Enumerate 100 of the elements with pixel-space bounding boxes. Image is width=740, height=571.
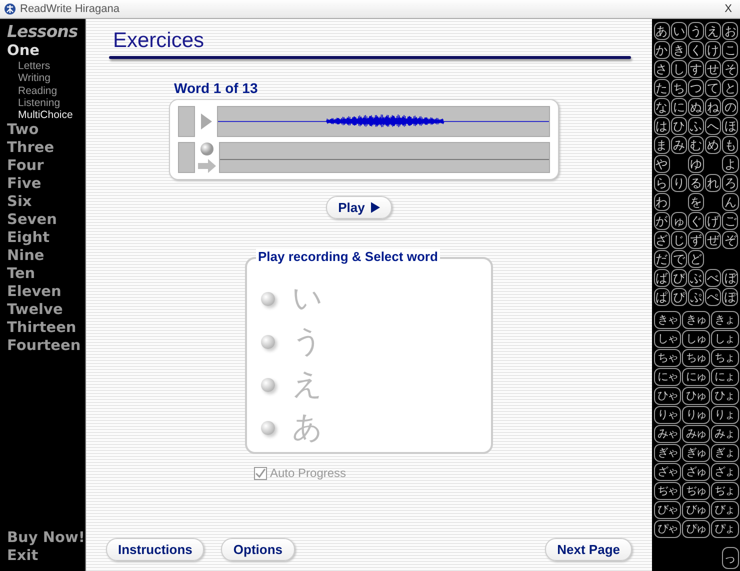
kana-key[interactable]: ぼ: [722, 268, 738, 286]
kana-key[interactable]: ぢゅ: [682, 482, 710, 500]
lesson-item[interactable]: Twelve: [7, 301, 63, 320]
kana-key[interactable]: な: [654, 98, 670, 116]
kana-key[interactable]: き: [670, 40, 687, 58]
kana-key[interactable]: と: [722, 78, 738, 96]
kana-key[interactable]: ち: [670, 78, 687, 96]
kana-key[interactable]: ず: [688, 230, 704, 248]
kana-key[interactable]: ざょ: [710, 462, 739, 480]
kana-key[interactable]: ちゃ: [654, 348, 682, 366]
kana-key[interactable]: ん: [722, 192, 738, 210]
kana-key[interactable]: び: [670, 268, 687, 286]
close-button[interactable]: X: [720, 3, 736, 15]
play-button[interactable]: Play: [326, 196, 392, 219]
arrow-icon[interactable]: [197, 159, 217, 173]
lesson-subitem[interactable]: Writing: [7, 72, 50, 85]
kana-key[interactable]: みゅ: [682, 424, 710, 442]
kana-key[interactable]: みゃ: [654, 424, 682, 442]
kana-key[interactable]: ぴゅ: [682, 520, 710, 538]
kana-key[interactable]: しゃ: [654, 330, 682, 348]
kana-key[interactable]: で: [670, 250, 687, 268]
kana-key[interactable]: れ: [705, 174, 722, 192]
kana-key[interactable]: ぶ: [688, 268, 704, 286]
kana-key[interactable]: さ: [654, 60, 670, 78]
kana-key[interactable]: ざゅ: [682, 462, 710, 480]
kana-key[interactable]: ぎょ: [710, 444, 739, 462]
kana-key[interactable]: げ: [705, 212, 722, 230]
kana-key[interactable]: く: [688, 40, 704, 58]
kana-key[interactable]: へ: [705, 116, 722, 134]
lesson-item[interactable]: Eleven: [7, 283, 62, 302]
kana-key[interactable]: こ: [722, 40, 738, 58]
lesson-item[interactable]: Five: [7, 175, 42, 194]
sidebar-link[interactable]: Exit: [7, 547, 38, 565]
kana-key[interactable]: っ: [722, 546, 738, 568]
kana-key[interactable]: え: [705, 22, 722, 40]
kana-key[interactable]: つ: [688, 78, 704, 96]
kana-key[interactable]: せ: [705, 60, 722, 78]
kana-key[interactable]: みょ: [710, 424, 739, 442]
kana-key[interactable]: ざゃ: [654, 462, 682, 480]
kana-key[interactable]: ぴゃ: [654, 520, 682, 538]
kana-key[interactable]: の: [722, 98, 738, 116]
kana-key[interactable]: きゅ: [682, 310, 710, 328]
kana-key[interactable]: ぱ: [654, 288, 670, 306]
kana-key[interactable]: りゅ: [682, 406, 710, 424]
kana-key[interactable]: る: [688, 174, 704, 192]
kana-key[interactable]: ぐ: [688, 212, 704, 230]
kana-key[interactable]: ゅ: [670, 212, 687, 230]
kana-key[interactable]: ぴ: [670, 288, 687, 306]
kana-key[interactable]: びゅ: [682, 500, 710, 518]
kana-key[interactable]: ば: [654, 268, 670, 286]
lesson-item[interactable]: Nine: [7, 247, 44, 266]
kana-key[interactable]: ぷ: [688, 288, 704, 306]
kana-key[interactable]: ぴょ: [710, 520, 739, 538]
kana-key[interactable]: す: [688, 60, 704, 78]
kana-key[interactable]: ぢょ: [710, 482, 739, 500]
kana-key[interactable]: ど: [688, 250, 704, 268]
lesson-subitem[interactable]: Listening: [7, 96, 60, 110]
kana-key[interactable]: しゅ: [682, 330, 710, 348]
kana-key[interactable]: ま: [654, 136, 670, 154]
kana-key[interactable]: り: [670, 174, 687, 192]
lesson-item[interactable]: Six: [7, 193, 32, 212]
kana-key[interactable]: を: [688, 192, 704, 210]
kana-key[interactable]: びゃ: [654, 500, 682, 518]
kana-key[interactable]: ひ: [670, 116, 687, 134]
kana-key[interactable]: け: [705, 40, 722, 58]
kana-key[interactable]: や: [654, 154, 670, 172]
kana-key[interactable]: にょ: [710, 368, 739, 386]
lesson-item[interactable]: Four: [7, 157, 44, 176]
lesson-item[interactable]: Two: [7, 121, 39, 140]
kana-key[interactable]: み: [670, 136, 687, 154]
kana-key[interactable]: し: [670, 60, 687, 78]
kana-key[interactable]: ぺ: [705, 288, 722, 306]
lesson-item[interactable]: Thirteen: [7, 319, 76, 338]
kana-key[interactable]: ら: [654, 174, 670, 192]
kana-key[interactable]: ほ: [722, 116, 738, 134]
kana-key[interactable]: ぜ: [705, 230, 722, 248]
kana-key[interactable]: あ: [654, 22, 670, 40]
lesson-item[interactable]: Seven: [7, 211, 57, 230]
kana-key[interactable]: は: [654, 116, 670, 134]
kana-key[interactable]: ろ: [722, 174, 738, 192]
kana-key[interactable]: う: [688, 22, 704, 40]
kana-key[interactable]: も: [722, 136, 738, 154]
kana-key[interactable]: ふ: [688, 116, 704, 134]
record-icon[interactable]: [200, 142, 214, 156]
kana-key[interactable]: た: [654, 78, 670, 96]
kana-key[interactable]: きゃ: [654, 310, 682, 328]
page-button[interactable]: Next Page: [545, 538, 632, 561]
kana-key[interactable]: ひゅ: [682, 386, 710, 404]
lesson-item[interactable]: Ten: [7, 265, 36, 284]
kana-key[interactable]: りょ: [710, 406, 739, 424]
kana-key[interactable]: め: [705, 136, 722, 154]
kana-key[interactable]: に: [670, 98, 687, 116]
kana-key[interactable]: ちょ: [710, 348, 739, 366]
kana-key[interactable]: い: [670, 22, 687, 40]
lesson-subitem[interactable]: Reading: [7, 84, 58, 97]
kana-key[interactable]: て: [705, 78, 722, 96]
lesson-subitem[interactable]: MultiChoice: [7, 109, 73, 122]
kana-key[interactable]: きょ: [710, 310, 739, 328]
lesson-subitem[interactable]: Letters: [7, 60, 50, 72]
lesson-item[interactable]: Fourteen: [7, 337, 81, 356]
